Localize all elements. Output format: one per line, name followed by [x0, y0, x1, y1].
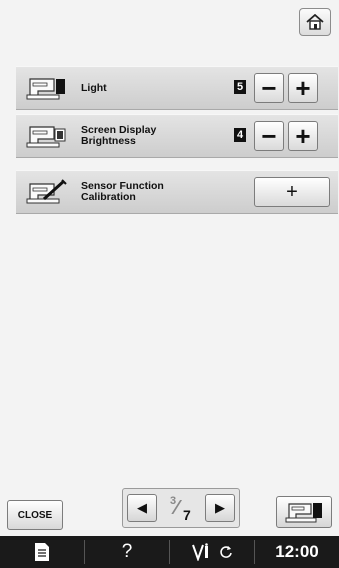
- sewing-machine-screen-icon: [26, 126, 66, 148]
- calibrate-button[interactable]: +: [254, 177, 330, 207]
- close-button[interactable]: CLOSE: [7, 500, 63, 530]
- sewing-machine-light-icon: [26, 78, 65, 100]
- help-button[interactable]: ?: [85, 536, 169, 568]
- page-total: 7: [183, 507, 191, 523]
- page-navigator: ◀ 3 ⁄ 7 ▶: [122, 488, 240, 528]
- sensor-calibration-icon: [26, 179, 67, 204]
- home-icon: [306, 14, 324, 30]
- needle-bobbin-icon: [192, 543, 208, 561]
- setting-value: 5: [234, 80, 246, 94]
- document-button[interactable]: [0, 536, 84, 568]
- page-indicator: 3 ⁄ 7: [161, 491, 201, 525]
- document-icon: [35, 543, 49, 561]
- home-button[interactable]: [299, 8, 331, 36]
- increase-button[interactable]: +: [288, 121, 318, 151]
- settings-screen: Light 5 − + Screen Display Brightness 4 …: [0, 0, 339, 568]
- decrease-button[interactable]: −: [254, 73, 284, 103]
- setting-value: 4: [234, 128, 246, 142]
- clock: 12:00: [275, 542, 319, 561]
- setting-row-light: Light 5 − +: [16, 66, 338, 110]
- page-slash: ⁄: [175, 497, 179, 519]
- setting-label: Sensor Function Calibration: [81, 180, 164, 203]
- needle-mode-indicator[interactable]: [170, 536, 254, 568]
- sewing-machine-icon: [285, 503, 322, 523]
- increase-button[interactable]: +: [288, 73, 318, 103]
- setting-label: Screen Display Brightness: [81, 124, 157, 147]
- machine-settings-button[interactable]: [276, 496, 332, 528]
- setting-label: Light: [81, 81, 107, 94]
- previous-page-button[interactable]: ◀: [127, 494, 157, 522]
- setting-row-brightness: Screen Display Brightness 4 − +: [16, 114, 338, 158]
- next-page-button[interactable]: ▶: [205, 494, 235, 522]
- decrease-button[interactable]: −: [254, 121, 284, 151]
- rotate-icon: [220, 546, 232, 558]
- status-bar: ? 12:00: [0, 536, 339, 568]
- setting-row-calibration: Sensor Function Calibration +: [16, 170, 338, 214]
